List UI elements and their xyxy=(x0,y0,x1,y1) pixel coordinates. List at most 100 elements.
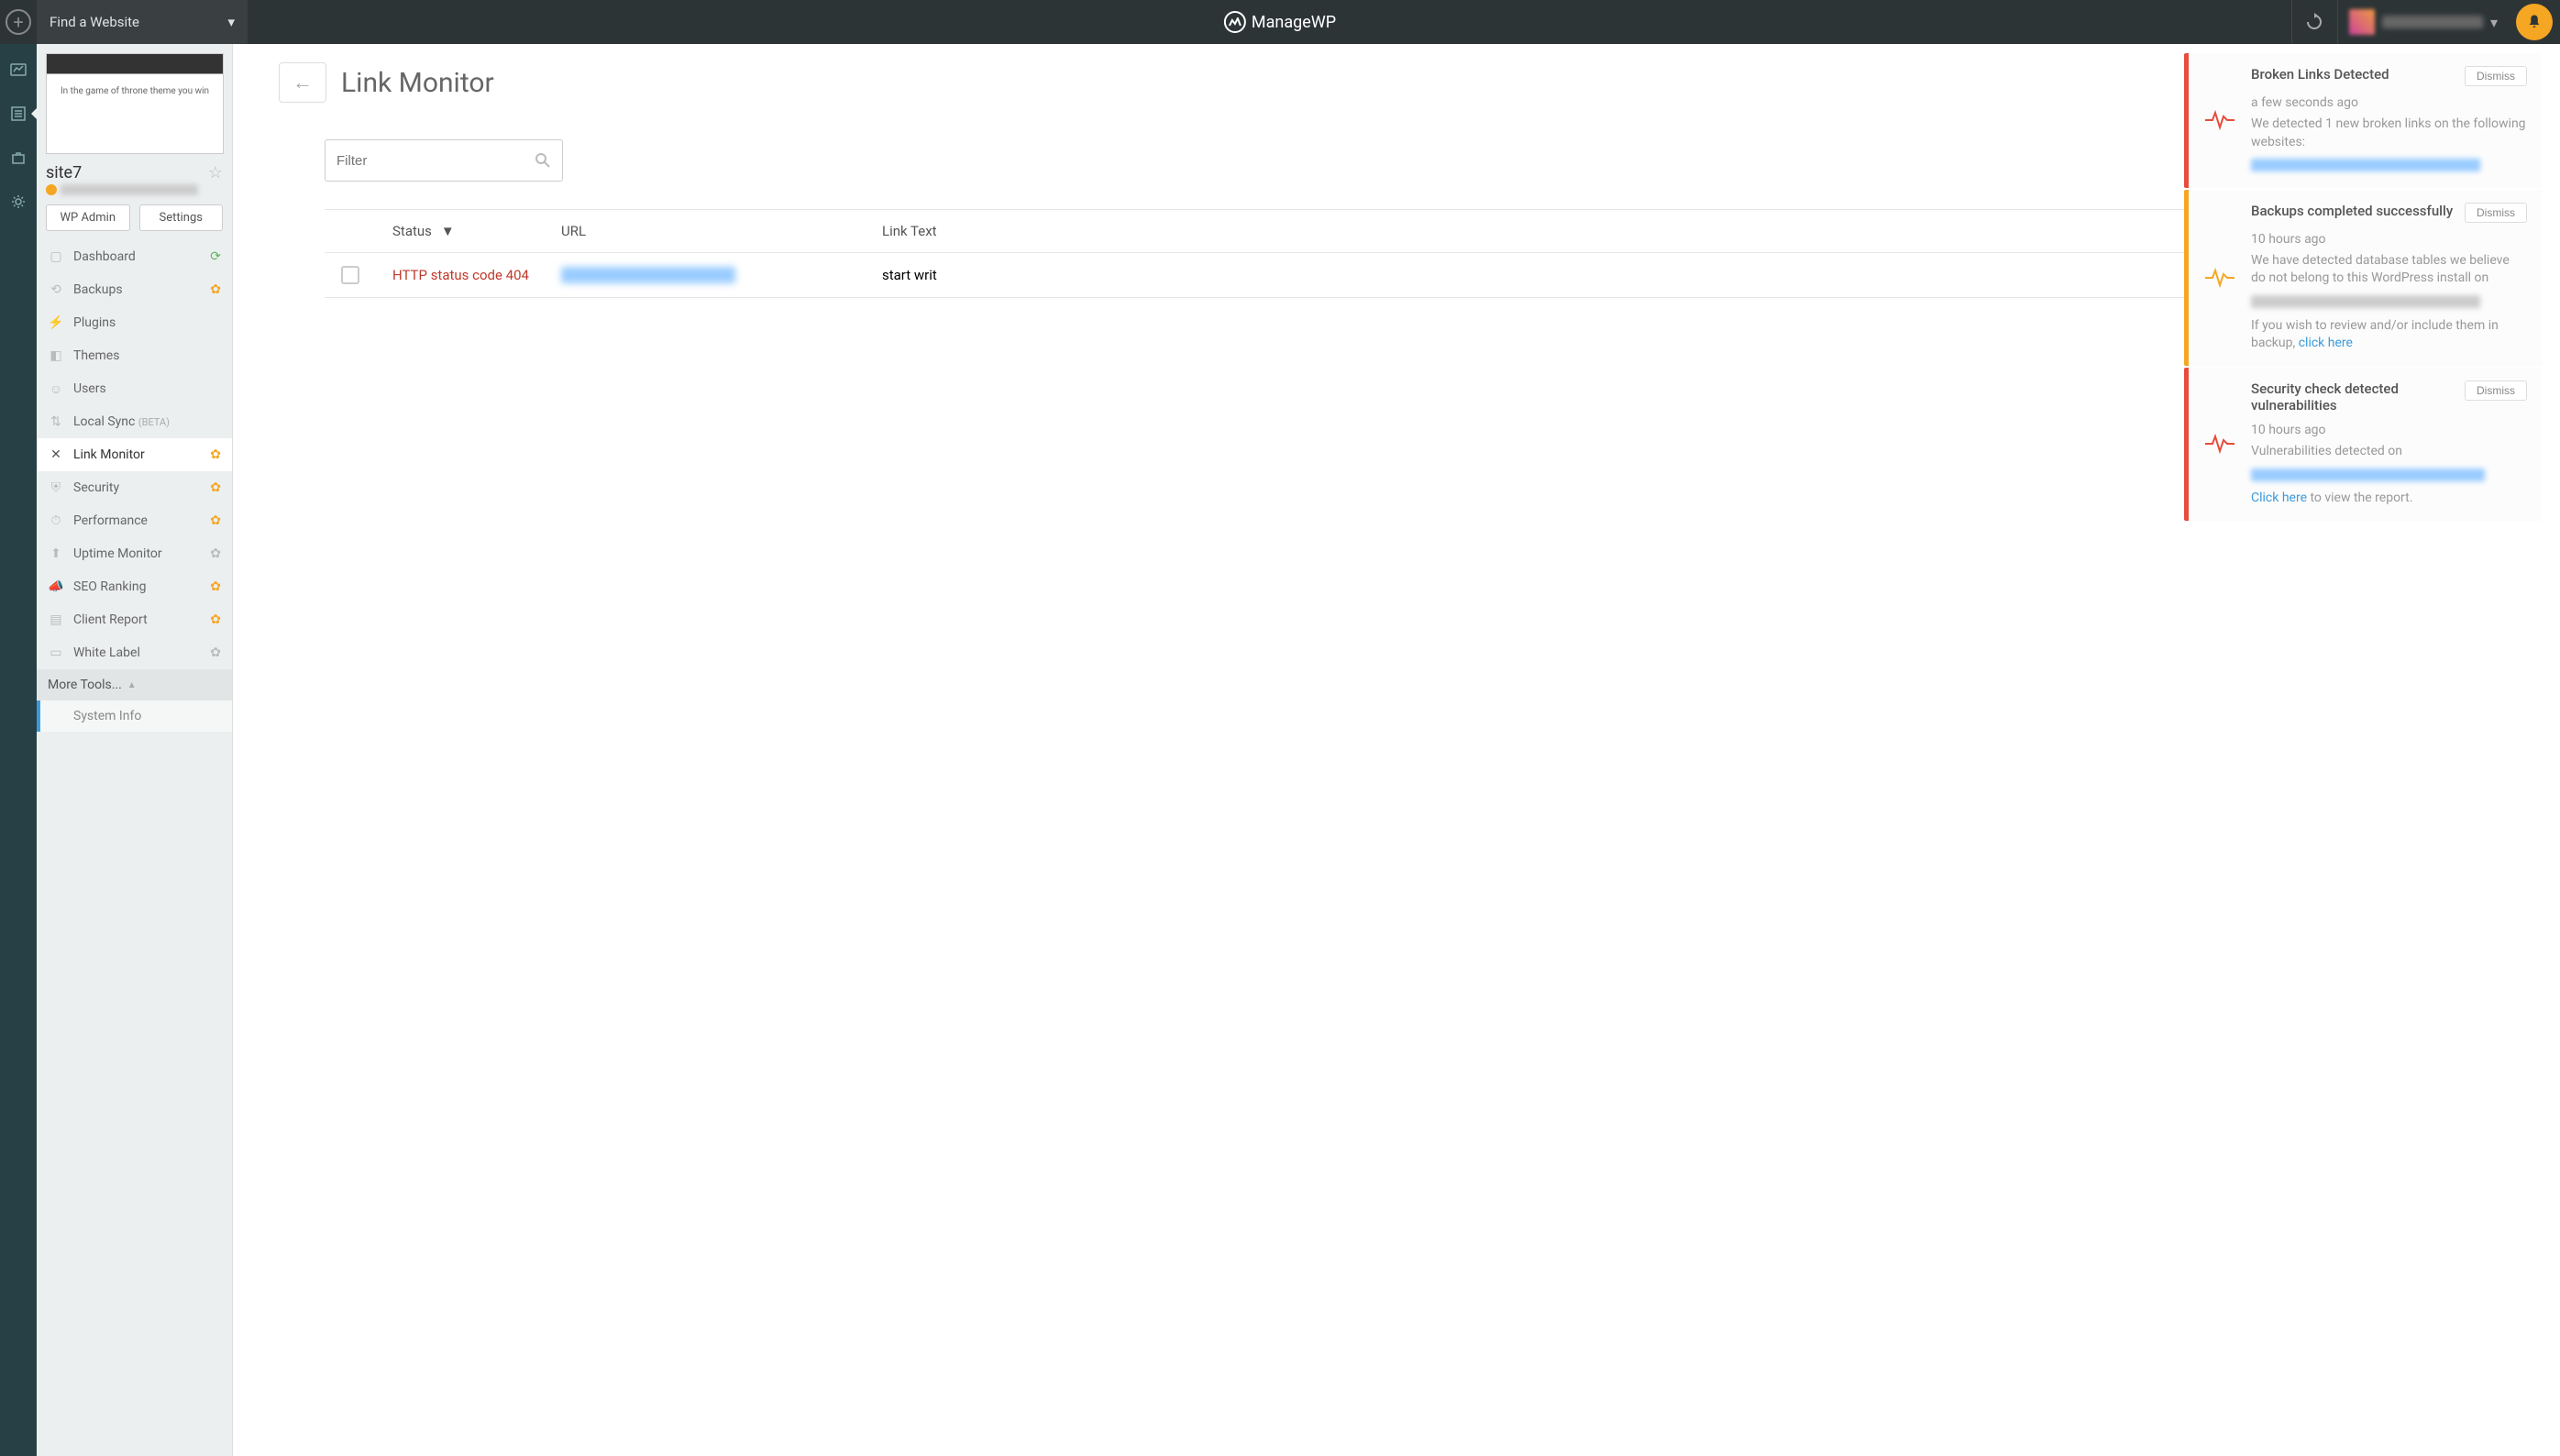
site-thumbnail[interactable] xyxy=(46,53,224,154)
notification-panel: Broken Links Detected Dismiss a few second… xyxy=(2184,53,2542,523)
avatar xyxy=(2349,9,2375,35)
caret-down-icon: ▾ xyxy=(2490,14,2498,31)
sidebar-item-backups[interactable]: ⟲Backups✿ xyxy=(37,273,232,306)
site-url[interactable] xyxy=(46,184,223,195)
sidebar-item-uptime-monitor[interactable]: ⬆ Uptime Monitor ✿ xyxy=(37,537,232,570)
topbar: + Find a Website ▾ ManageWP ▾ xyxy=(0,0,2560,44)
nav-icon: ▤ xyxy=(48,612,64,628)
table: Status ▼ URL Link Text HTTP status code … xyxy=(325,209,2468,298)
col-status[interactable]: Status ▼ xyxy=(392,223,561,239)
dismiss-button[interactable]: Dismiss xyxy=(2465,203,2527,223)
user-menu[interactable]: ▾ xyxy=(2337,0,2509,44)
wp-admin-button[interactable]: WP Admin xyxy=(46,204,130,231)
dismiss-button[interactable]: Dismiss xyxy=(2465,66,2527,86)
rail-nav xyxy=(0,44,37,1456)
caret-down-icon: ▾ xyxy=(227,14,235,30)
dismiss-button[interactable]: Dismiss xyxy=(2465,381,2527,401)
nav-label: Uptime Monitor xyxy=(73,546,162,561)
gear-icon[interactable]: ✿ xyxy=(210,612,221,627)
notif-time: 10 hours ago xyxy=(2251,232,2527,247)
nav-label: Security xyxy=(73,480,119,495)
gear-icon[interactable]: ✿ xyxy=(210,480,221,495)
nav-icon: ⚡ xyxy=(48,314,64,331)
nav-label: Link Monitor xyxy=(73,447,145,462)
nav-icon: ⟲ xyxy=(48,281,64,298)
sync-icon xyxy=(2305,13,2323,31)
nav-icon: 📣 xyxy=(48,579,64,595)
col-url[interactable]: URL xyxy=(561,223,882,239)
notification: Backups completed successfully Dismiss 10 … xyxy=(2184,190,2542,366)
site-info: site7 ☆ WP Admin Settings xyxy=(37,163,232,240)
filter-input[interactable] xyxy=(337,153,535,169)
sidebar-item-system-info[interactable]: System Info xyxy=(37,700,232,732)
sidebar-item-client-report[interactable]: ▤Client Report✿ xyxy=(37,603,232,636)
find-label: Find a Website xyxy=(50,14,139,30)
bell-icon xyxy=(2526,14,2543,30)
sidebar-item-themes[interactable]: ◧ Themes xyxy=(37,339,232,372)
back-button[interactable]: ← xyxy=(279,62,326,103)
notifications-button[interactable] xyxy=(2516,4,2553,40)
gear-icon[interactable]: ✿ xyxy=(210,513,221,528)
gear-icon[interactable]: ✿ xyxy=(210,282,221,297)
sidebar-item-security[interactable]: ⛨ Security ✿ xyxy=(37,471,232,504)
nav-icon: ⇅ xyxy=(48,414,64,430)
nav-icon: ◧ xyxy=(48,347,64,364)
pulse-icon xyxy=(2203,427,2236,460)
notif-title: Broken Links Detected xyxy=(2251,66,2389,83)
sidebar-item-dashboard[interactable]: ▢ Dashboard ⟳ xyxy=(37,240,232,273)
pulse-icon xyxy=(2203,261,2236,294)
nav-icon: ⬆ xyxy=(48,546,64,562)
sidebar-item-users[interactable]: ☺ Users xyxy=(37,372,232,405)
table-header: Status ▼ URL Link Text xyxy=(325,209,2468,253)
notif-time: a few seconds ago xyxy=(2251,95,2527,110)
rail-sites-icon[interactable] xyxy=(9,105,28,123)
nav-label: Performance xyxy=(73,513,148,528)
nav-label: Users xyxy=(73,381,106,396)
nav-icon: ☺ xyxy=(48,381,64,397)
sync-button[interactable] xyxy=(2291,0,2337,44)
click-here-link[interactable]: click here xyxy=(2299,336,2353,350)
rail-clients-icon[interactable] xyxy=(9,149,28,167)
sidebar-item-seo-ranking[interactable]: 📣 SEO Ranking ✿ xyxy=(37,570,232,603)
sidebar-item-performance[interactable]: ⏱ Performance ✿ xyxy=(37,504,232,537)
nav-icon: ▢ xyxy=(48,248,64,265)
nav-label: Dashboard xyxy=(73,249,136,264)
gear-icon[interactable]: ✿ xyxy=(210,546,221,561)
site-name: site7 xyxy=(46,163,82,182)
brand-logo[interactable]: ManageWP xyxy=(1224,11,1336,33)
nav-icon: ⛨ xyxy=(48,480,64,496)
nav-icon: ▭ xyxy=(48,645,64,661)
notification: Security check detected vulnerabilities D… xyxy=(2184,368,2542,521)
more-tools-toggle[interactable]: More Tools... ▲ xyxy=(37,669,232,700)
gear-icon[interactable]: ✿ xyxy=(210,447,221,462)
nav-label: Themes xyxy=(73,348,119,363)
rail-dashboard-icon[interactable] xyxy=(9,61,28,79)
sidebar-item-link-monitor[interactable]: ✕Link Monitor✿ xyxy=(37,438,232,471)
rail-settings-icon[interactable] xyxy=(9,193,28,211)
notif-title: Security check detected vulnerabilities xyxy=(2251,381,2455,414)
sidebar-item-white-label[interactable]: ▭ White Label ✿ xyxy=(37,636,232,669)
favorite-star-icon[interactable]: ☆ xyxy=(208,163,223,182)
gear-icon[interactable]: ✿ xyxy=(210,579,221,594)
click-here-link[interactable]: Click here xyxy=(2251,491,2307,505)
sort-desc-icon: ▼ xyxy=(441,223,455,239)
topbar-right: ▾ xyxy=(2291,0,2560,44)
gear-icon[interactable]: ✿ xyxy=(210,645,221,660)
add-site-button[interactable]: + xyxy=(0,0,37,44)
row-checkbox[interactable] xyxy=(341,266,359,284)
find-website-dropdown[interactable]: Find a Website ▾ xyxy=(37,0,248,44)
brand-name: ManageWP xyxy=(1252,13,1336,32)
sidebar-item-plugins[interactable]: ⚡ Plugins xyxy=(37,306,232,339)
nav-label: Plugins xyxy=(73,315,116,330)
nav-icon: ⏱ xyxy=(48,513,64,529)
caret-up-icon: ▲ xyxy=(127,680,137,690)
search-icon[interactable] xyxy=(535,152,551,169)
notif-time: 10 hours ago xyxy=(2251,423,2527,437)
nav-label: SEO Ranking xyxy=(73,579,146,594)
cell-url[interactable] xyxy=(561,267,882,283)
site-settings-button[interactable]: Settings xyxy=(139,204,224,231)
nav-label: White Label xyxy=(73,645,140,660)
notif-title: Backups completed successfully xyxy=(2251,203,2453,219)
sidebar-item-local-sync[interactable]: ⇅Local Sync (BETA) xyxy=(37,405,232,438)
refresh-icon[interactable]: ⟳ xyxy=(210,249,221,264)
